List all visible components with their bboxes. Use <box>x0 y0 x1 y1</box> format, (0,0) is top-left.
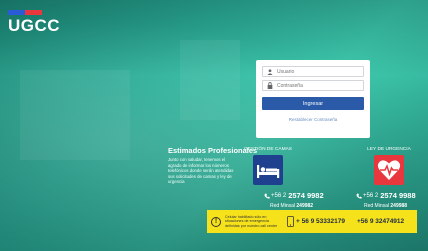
mobile-number-1[interactable]: + 56 9 53332179 <box>296 218 345 225</box>
reset-password-link[interactable]: Restablecer Contraseña <box>262 117 364 122</box>
login-button[interactable]: Ingresar <box>262 97 364 110</box>
minsal-number: 249988 <box>390 203 408 209</box>
flag-stripe <box>8 10 42 15</box>
banner-text: Celular habilitado sólo en situaciones d… <box>225 214 278 228</box>
emergency-mobile-banner: ! Celular habilitado sólo en situaciones… <box>207 210 417 233</box>
password-field[interactable] <box>262 80 364 91</box>
username-input[interactable] <box>277 67 357 76</box>
login-card: Ingresar Restablecer Contraseña <box>256 60 370 138</box>
emergency-law-phone[interactable]: +56 2 2574 9988 <box>356 191 416 200</box>
background-panel <box>180 40 240 120</box>
hospital-bed-icon <box>253 155 283 185</box>
mobile-phone-icon <box>287 216 294 227</box>
bed-management-phone[interactable]: +56 2 2574 9982 <box>264 191 324 200</box>
mobile-number-2[interactable]: +56 9 32474912 <box>357 218 404 225</box>
phone-icon <box>264 193 270 198</box>
minsal-label: Red Minsal <box>364 203 390 209</box>
phone-number: 2574 9982 <box>288 191 324 200</box>
user-icon <box>266 68 273 75</box>
ugcc-logo: UGCC <box>8 10 60 34</box>
warning-icon: ! <box>211 216 221 227</box>
username-field[interactable] <box>262 66 364 77</box>
heart-pulse-icon <box>374 155 404 185</box>
emergency-law-title: LEY DE URGENCIA <box>367 147 411 152</box>
password-input[interactable] <box>277 81 357 90</box>
background-panel <box>20 70 130 160</box>
logo-text: UGCC <box>8 16 61 35</box>
phone-prefix: +56 2 <box>271 192 287 199</box>
phone-icon <box>356 193 362 198</box>
lock-icon <box>266 82 273 89</box>
bed-management-title: GESTIÓN DE CAMAS <box>244 147 292 152</box>
bed-management-minsal: Red Minsal 249982 <box>270 203 313 209</box>
minsal-label: Red Minsal <box>270 203 296 209</box>
emergency-law-minsal: Red Minsal 249988 <box>364 203 407 209</box>
minsal-number: 249982 <box>296 203 314 209</box>
phone-number: 2574 9988 <box>380 191 416 200</box>
phone-prefix: +56 2 <box>363 192 379 199</box>
info-text: Junto con saludar, tenemos el agrado de … <box>168 157 234 185</box>
